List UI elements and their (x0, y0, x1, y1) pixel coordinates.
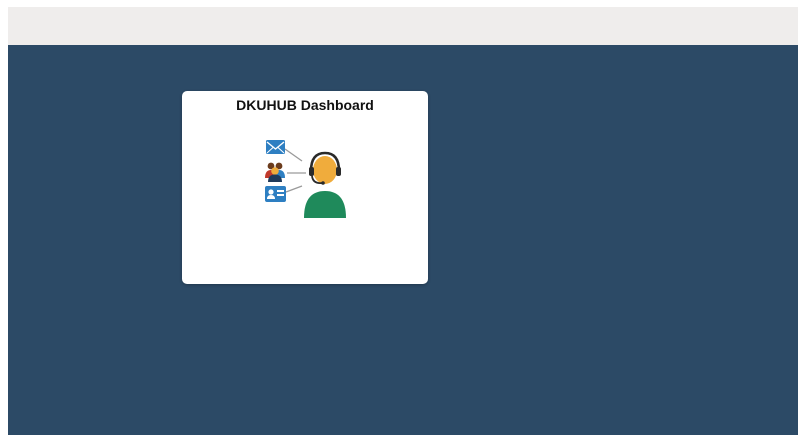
people-group-icon (265, 162, 285, 182)
connector-lines (284, 148, 306, 193)
tile-title: DKUHUB Dashboard (236, 97, 374, 113)
call-center-agent-icon (265, 140, 346, 218)
id-card-icon (265, 186, 286, 202)
dkuhub-dashboard-tile[interactable]: DKUHUB Dashboard (182, 91, 428, 284)
homepage-workspace: DKUHUB Dashboard (8, 45, 798, 435)
top-bar (8, 7, 798, 45)
page-frame: DKUHUB Dashboard (8, 7, 798, 435)
agent-figure (304, 151, 346, 218)
envelope-icon (266, 140, 285, 154)
